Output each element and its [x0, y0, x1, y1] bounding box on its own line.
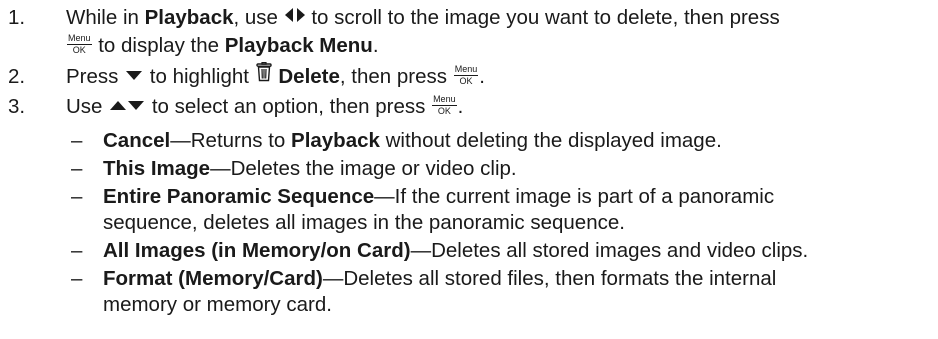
dash-bullet: –	[71, 185, 83, 208]
step-text: Menu OK to display the Playback Menu.	[66, 32, 379, 60]
text-run: , use	[233, 6, 284, 29]
option-text: This Image—Deletes the image or video cl…	[103, 156, 517, 182]
text-run: to select an option, then press	[146, 95, 432, 118]
up-down-arrows-icon	[108, 92, 146, 120]
option-label: All Images (in Memory/on Card)	[103, 239, 411, 262]
step-text: While in Playback, use to scroll to the …	[66, 4, 780, 33]
option-desc: —Deletes all stored images and video cli…	[410, 239, 809, 262]
option-text: All Images (in Memory/on Card)—Deletes a…	[103, 238, 808, 264]
option-text: Cancel—Returns to Playback without delet…	[103, 128, 722, 154]
dash-bullet: –	[71, 267, 83, 290]
option-label: Cancel	[103, 129, 171, 152]
option-label: This Image	[103, 157, 211, 180]
ok-label: OK	[72, 45, 86, 56]
trash-can-icon	[255, 61, 273, 90]
step-text: Press to highlight Delete, then press Me…	[66, 61, 485, 92]
step-text: Use to select an option, then press Menu…	[66, 93, 463, 122]
text-run: .	[479, 65, 485, 88]
menu-ok-button-icon: Menu OK	[432, 95, 457, 116]
bold-term: Playback	[144, 6, 234, 29]
option-desc: —Deletes the image or video clip.	[210, 157, 517, 180]
dash-bullet: –	[71, 129, 83, 152]
text-run: .	[457, 95, 464, 118]
text-run: .	[372, 34, 379, 57]
text-run: to display the	[92, 34, 225, 57]
option-label: Format (Memory/Card)	[103, 267, 323, 290]
menu-ok-button-icon: Menu OK	[67, 34, 92, 55]
text-run: Use	[66, 95, 109, 118]
bold-term: Playback	[291, 129, 380, 152]
option-desc: —Returns to	[170, 129, 292, 152]
option-desc: memory or memory card.	[103, 293, 332, 316]
ok-label: OK	[459, 76, 473, 87]
option-text: Format (Memory/Card)—Deletes all stored …	[103, 266, 776, 292]
step-number: 2.	[8, 65, 26, 88]
text-run: , then press	[339, 65, 453, 88]
text-run: to highlight	[144, 65, 255, 88]
menu-label: Menu	[432, 94, 457, 107]
left-right-arrows-icon	[284, 3, 306, 31]
option-desc: —Deletes all stored files, then formats …	[322, 267, 777, 290]
step-number: 3.	[8, 95, 26, 118]
ok-label: OK	[437, 106, 451, 117]
menu-label: Menu	[453, 64, 479, 77]
text-run: to scroll to the image you want to delet…	[305, 6, 780, 29]
text-run: Press	[66, 65, 125, 88]
menu-ok-button-icon: Menu OK	[453, 64, 479, 87]
menu-label: Menu	[67, 33, 92, 46]
dash-bullet: –	[71, 239, 83, 262]
dash-bullet: –	[71, 157, 83, 180]
option-desc: without deleting the displayed image.	[379, 129, 722, 152]
bold-term: Playback Menu	[224, 34, 373, 57]
option-text: Entire Panoramic Sequence—If the current…	[103, 184, 774, 210]
bold-term: Delete	[278, 65, 340, 88]
text-run: While in	[66, 6, 145, 29]
option-desc: —If the current image is part of a panor…	[374, 185, 775, 208]
down-arrow-icon	[124, 62, 144, 90]
option-desc: sequence, deletes all images in the pano…	[103, 211, 625, 234]
option-label: Entire Panoramic Sequence	[103, 185, 375, 208]
step-number: 1.	[8, 6, 26, 29]
